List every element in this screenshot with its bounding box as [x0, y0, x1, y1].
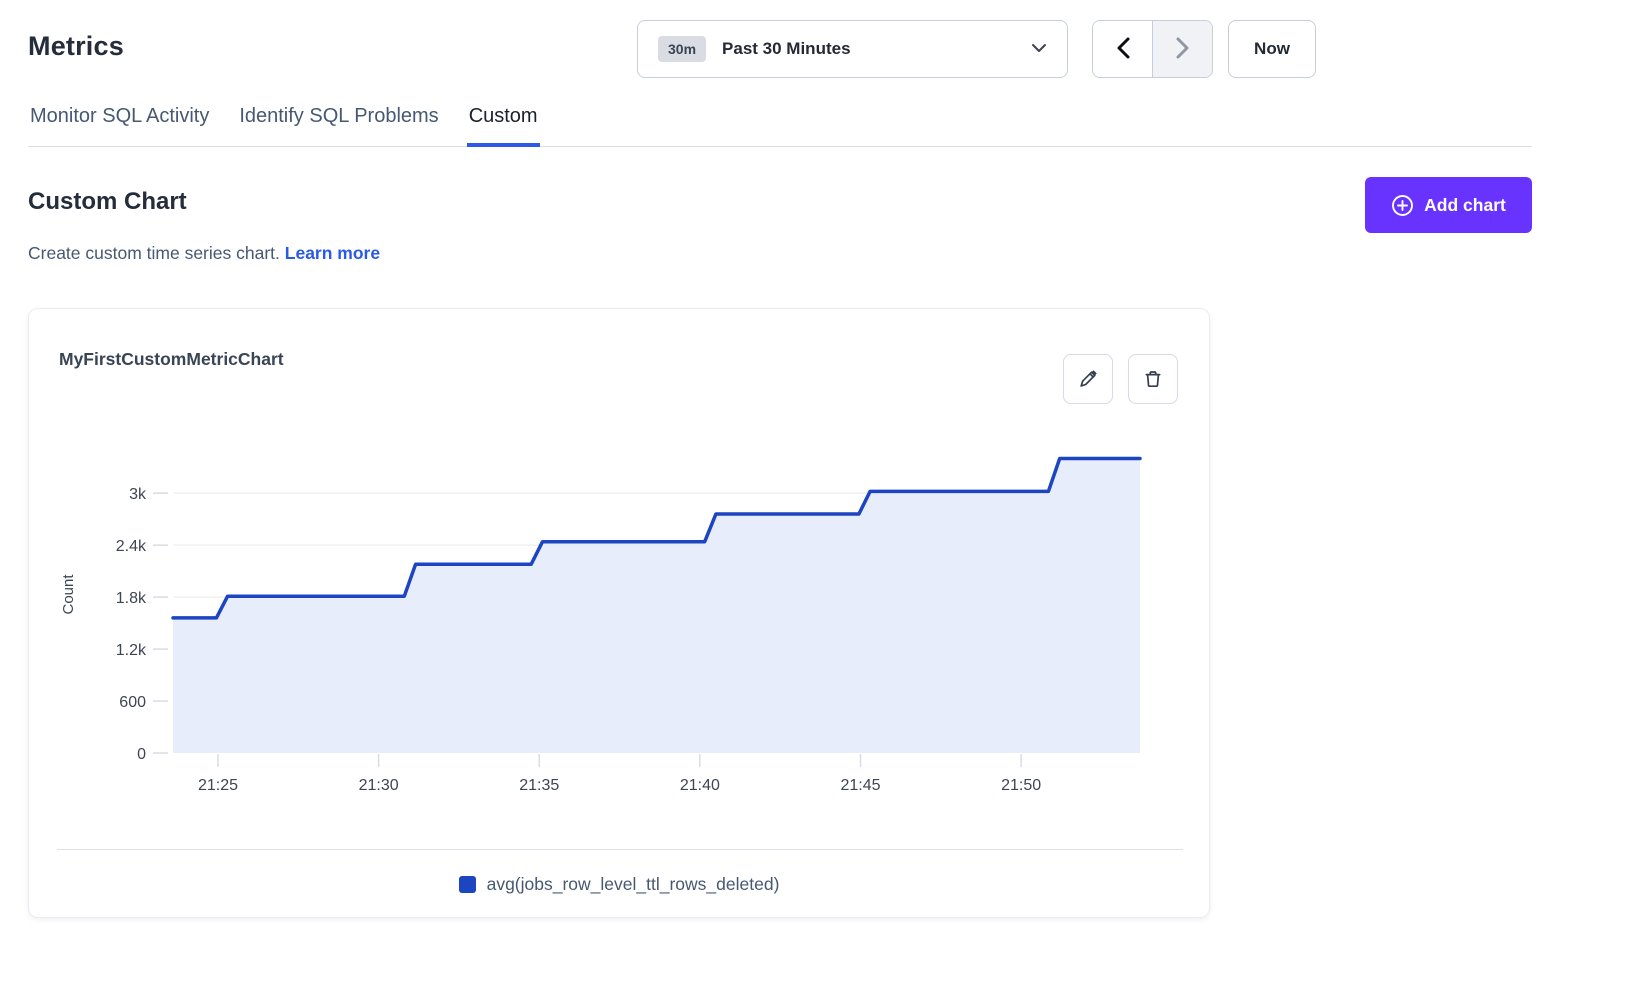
section-heading: Custom Chart [28, 188, 187, 216]
legend-label: avg(jobs_row_level_ttl_rows_deleted) [487, 874, 780, 895]
page-title: Metrics [28, 31, 124, 62]
chevron-left-icon [1115, 36, 1131, 63]
svg-text:2.4k: 2.4k [116, 538, 147, 555]
tab-identify-sql-problems[interactable]: Identify SQL Problems [237, 103, 440, 147]
plus-circle-icon [1391, 194, 1414, 217]
time-step-group [1092, 20, 1213, 78]
next-interval-button[interactable] [1153, 21, 1212, 77]
custom-chart-plot: 0 600 1.2k 1.8k 2.4k 3k 21:25 21:30 21:35 21:40 21… [29, 309, 1211, 919]
add-chart-button[interactable]: Add chart [1365, 177, 1532, 233]
previous-interval-button[interactable] [1093, 21, 1152, 77]
time-range-badge: 30m [658, 36, 706, 62]
svg-text:21:35: 21:35 [519, 777, 559, 794]
chevron-right-icon [1175, 36, 1191, 63]
svg-text:21:40: 21:40 [680, 777, 720, 794]
chevron-down-icon [1031, 40, 1047, 58]
time-range-select[interactable]: 30m Past 30 Minutes [637, 20, 1068, 78]
y-axis-title: Count [60, 574, 77, 615]
add-chart-label: Add chart [1424, 195, 1506, 216]
tab-custom[interactable]: Custom [467, 103, 540, 147]
learn-more-link[interactable]: Learn more [285, 243, 380, 263]
chart-legend: avg(jobs_row_level_ttl_rows_deleted) [29, 874, 1209, 895]
time-range-label: Past 30 Minutes [722, 39, 851, 59]
legend-swatch [459, 876, 476, 893]
metrics-tabs: Monitor SQL Activity Identify SQL Proble… [28, 103, 1532, 147]
section-subtitle: Create custom time series chart. Learn m… [28, 243, 380, 264]
svg-text:21:45: 21:45 [840, 777, 880, 794]
svg-text:600: 600 [119, 694, 146, 711]
svg-text:1.8k: 1.8k [116, 590, 147, 607]
custom-chart-card: MyFirstCustomMetricChart 06001.2k1.8k2.4… [28, 308, 1210, 918]
legend-divider [57, 849, 1183, 850]
tab-monitor-sql-activity[interactable]: Monitor SQL Activity [28, 103, 211, 147]
svg-text:21:30: 21:30 [359, 777, 399, 794]
svg-text:21:25: 21:25 [198, 777, 238, 794]
metrics-page: Metrics 30m Past 30 Minutes Now Monitor … [0, 0, 1650, 982]
svg-text:0: 0 [137, 746, 146, 763]
now-button[interactable]: Now [1228, 20, 1316, 78]
subtitle-text: Create custom time series chart. [28, 243, 280, 263]
svg-text:21:50: 21:50 [1001, 777, 1041, 794]
svg-text:1.2k: 1.2k [116, 642, 147, 659]
svg-text:3k: 3k [129, 486, 147, 503]
